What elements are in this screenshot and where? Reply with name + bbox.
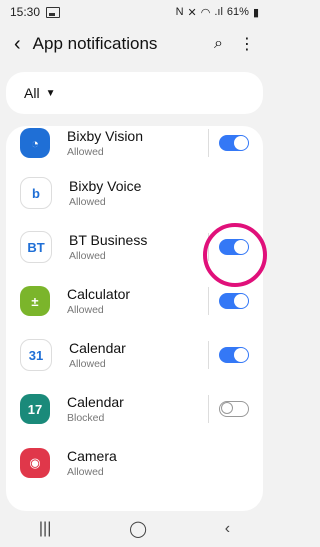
app-status: Allowed	[67, 466, 104, 478]
list-item[interactable]: 31 Calendar Allowed	[6, 328, 263, 382]
notification-toggle[interactable]	[219, 239, 249, 255]
status-right: N ✕ ◠ .ıl 61% ▮	[176, 6, 259, 19]
app-texts: Bixby Voice Allowed	[69, 178, 249, 208]
notification-toggle[interactable]	[219, 401, 249, 417]
filter-selected: All	[24, 85, 40, 101]
list-item[interactable]: 17 Calendar Blocked	[6, 382, 263, 436]
filter-dropdown[interactable]: All ▼	[6, 72, 263, 114]
divider	[208, 129, 209, 157]
mute-icon: ✕	[187, 6, 197, 19]
recents-button[interactable]: |||	[39, 520, 51, 538]
bixby-vision-icon: ◔	[20, 128, 50, 158]
app-list: ◔ Bixby Vision Allowed b Bixby Voice Allowed B…	[6, 126, 263, 511]
app-status: Allowed	[67, 146, 104, 158]
navigation-bar: ||| ◯ ‹	[0, 511, 269, 547]
bixby-voice-icon: b	[20, 177, 52, 209]
back-arrow-icon[interactable]: ‹	[14, 33, 21, 56]
nfc-icon: N	[175, 6, 184, 18]
app-texts: Calendar Blocked	[67, 394, 208, 424]
list-item[interactable]: ± Calculator Allowed	[6, 274, 263, 328]
search-icon[interactable]: ⌕	[214, 35, 223, 53]
header: ‹ App notifications ⌕ ⋮	[0, 24, 269, 64]
bt-icon: BT	[20, 231, 52, 263]
home-button[interactable]: ◯	[129, 519, 147, 539]
dropdown-arrow-icon: ▼	[45, 87, 56, 99]
battery-icon: ▮	[252, 6, 259, 19]
list-item[interactable]: BT BT Business Allowed	[6, 220, 263, 274]
battery-percent: 61%	[226, 6, 249, 18]
app-status: Allowed	[67, 304, 104, 316]
app-name: Calendar	[69, 340, 126, 356]
app-status: Allowed	[69, 358, 106, 370]
back-button[interactable]: ‹	[225, 520, 230, 538]
app-name: Bixby Voice	[69, 178, 142, 194]
divider	[208, 287, 209, 315]
list-item[interactable]: b Bixby Voice Allowed	[6, 166, 263, 220]
wifi-icon: ◠	[200, 6, 211, 19]
app-status: Allowed	[69, 196, 106, 208]
status-left: 15:30	[10, 5, 61, 19]
notification-toggle[interactable]	[219, 293, 249, 309]
page-title: App notifications	[32, 34, 158, 53]
image-notification-icon	[46, 6, 61, 18]
app-name: Calculator	[67, 286, 131, 302]
app-texts: Camera Allowed	[67, 448, 249, 478]
signal-icon: .ıl	[214, 6, 223, 18]
camera-icon: ◉	[20, 448, 50, 478]
calendar-icon: 31	[20, 339, 52, 371]
app-texts: BT Business Allowed	[69, 232, 208, 262]
notification-toggle[interactable]	[219, 135, 249, 151]
calculator-icon: ±	[20, 286, 50, 316]
status-bar: 15:30 N ✕ ◠ .ıl 61% ▮	[0, 0, 269, 24]
calendar-icon-2: 17	[20, 394, 50, 424]
app-name: BT Business	[69, 232, 148, 248]
app-status: Blocked	[67, 412, 105, 424]
app-status: Allowed	[69, 250, 106, 262]
divider	[208, 233, 209, 261]
app-texts: Calculator Allowed	[67, 286, 208, 316]
app-name: Camera	[67, 448, 117, 464]
divider	[208, 341, 209, 369]
app-texts: Calendar Allowed	[69, 340, 208, 370]
app-name: Calendar	[67, 394, 124, 410]
notification-toggle[interactable]	[219, 347, 249, 363]
list-item[interactable]: ◔ Bixby Vision Allowed	[6, 126, 263, 166]
more-vertical-icon[interactable]: ⋮	[239, 34, 255, 54]
app-texts: Bixby Vision Allowed	[67, 128, 208, 158]
status-time: 15:30	[10, 5, 41, 19]
list-item[interactable]: ◉ Camera Allowed	[6, 436, 263, 490]
app-name: Bixby Vision	[67, 128, 144, 144]
divider	[208, 395, 209, 423]
